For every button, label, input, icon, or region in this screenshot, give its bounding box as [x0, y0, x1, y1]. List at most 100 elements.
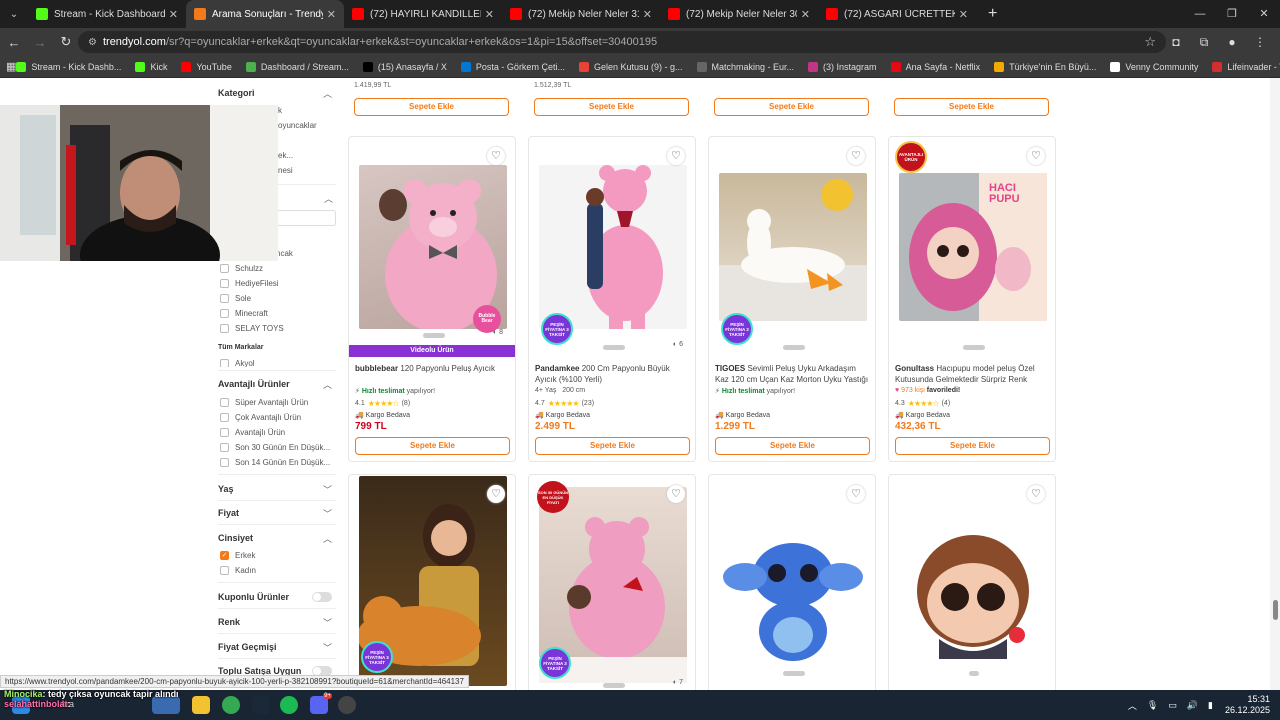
filter-kategori[interactable]: Kategori ︿: [218, 88, 332, 99]
product-name[interactable]: bubblebear 120 Papyonlu Peluş Ayıcık: [355, 363, 509, 374]
avantajli-item[interactable]: Çok Avantajlı Ürün: [220, 413, 301, 422]
gender-erkek[interactable]: ✓ Erkek: [220, 551, 255, 560]
menu-kebab-icon[interactable]: ⋮: [1246, 35, 1274, 49]
close-window-icon[interactable]: ✕: [1248, 0, 1280, 28]
image-pagination-dots[interactable]: [603, 683, 625, 688]
site-info-icon[interactable]: ⚙: [88, 37, 97, 48]
product-card[interactable]: SON 30 GÜNÜN EN DÜŞÜK FİYATI PEŞİN FİYAT…: [528, 474, 696, 690]
page-scrollbar[interactable]: [1270, 78, 1280, 690]
browser-tab[interactable]: (72) ASGARİ ÜCRETTEKİ 50 KU ✕: [818, 0, 976, 28]
gender-kadin[interactable]: Kadın: [220, 566, 256, 575]
chevron-up-icon[interactable]: ︿: [324, 192, 340, 205]
bookmark-item[interactable]: (15) Anasayfa / X: [362, 61, 447, 72]
close-tab-icon[interactable]: ✕: [327, 8, 336, 21]
microphone-icon[interactable]: 🎙: [1147, 700, 1158, 711]
forward-icon[interactable]: →: [28, 35, 52, 50]
add-to-cart-button[interactable]: Sepete Ekle: [714, 98, 869, 116]
favorite-heart-icon[interactable]: ♡: [847, 147, 865, 165]
bookmark-item[interactable]: Gelen Kutusu (9) - g...: [578, 61, 683, 72]
browser-tab[interactable]: Arama Sonuçları - Trendyol - Sa ✕: [186, 0, 344, 28]
filter-renk[interactable]: Renk ﹀: [218, 617, 332, 628]
add-to-cart-button[interactable]: Sepete Ekle: [715, 437, 870, 455]
product-name[interactable]: TIGOES Sevimli Peluş Uyku Arkadaşım Kaz …: [715, 363, 869, 385]
bookmark-item[interactable]: Matchmaking - Eur...: [696, 61, 794, 72]
extension-icon[interactable]: ◘: [1162, 35, 1190, 49]
kategori-item[interactable]: ek...: [278, 151, 293, 160]
filter-cinsiyet[interactable]: Cinsiyet ︿: [218, 533, 332, 544]
battery-icon[interactable]: ▮: [1208, 700, 1213, 711]
minimize-icon[interactable]: —: [1184, 0, 1216, 28]
avantajli-item[interactable]: Avantajlı Ürün: [220, 428, 285, 437]
chrome-icon[interactable]: [222, 696, 240, 714]
kuponlu-toggle[interactable]: [312, 592, 332, 602]
favorite-heart-icon[interactable]: ♡: [1027, 147, 1045, 165]
filter-fiyat[interactable]: Fiyat ﹀: [218, 508, 332, 519]
product-card[interactable]: PEŞİN FİYATINA 3 TAKSİT ♡: [348, 474, 516, 690]
all-brands-link[interactable]: Tüm Markalar: [218, 344, 264, 351]
add-to-cart-button[interactable]: Sepete Ekle: [534, 98, 689, 116]
product-card[interactable]: Bubble Bear ♡ ◐ 8 Videolu Ürün bubblebea…: [348, 136, 516, 462]
bookmark-item[interactable]: Dashboard / Stream...: [245, 61, 349, 72]
product-image[interactable]: [719, 503, 867, 667]
add-to-cart-button[interactable]: Sepete Ekle: [895, 437, 1050, 455]
product-card[interactable]: PEŞİN FİYATINA 3 TAKSİT ♡ TIGOES Sevimli…: [708, 136, 876, 462]
avantajli-item[interactable]: Süper Avantajlı Ürün: [220, 398, 308, 407]
favorite-heart-icon[interactable]: ♡: [487, 485, 505, 503]
close-tab-icon[interactable]: ✕: [643, 8, 652, 21]
file-explorer-icon[interactable]: [192, 696, 210, 714]
product-card[interactable]: HACI PUPU AVANTAJLI ÜRÜN ♡ Gonultass Hac…: [888, 136, 1056, 462]
favorite-heart-icon[interactable]: ♡: [847, 485, 865, 503]
bookmark-item[interactable]: Venny Community: [1110, 61, 1198, 72]
brand-item[interactable]: Schulzz: [220, 264, 263, 273]
product-card[interactable]: PEŞİN FİYATINA 3 TAKSİT ♡ ◐ 6 Pandamkee …: [528, 136, 696, 462]
close-tab-icon[interactable]: ✕: [485, 8, 494, 21]
brand-item[interactable]: Sole: [220, 294, 251, 303]
close-tab-icon[interactable]: ✕: [169, 8, 178, 21]
new-tab-button[interactable]: +: [976, 5, 997, 23]
add-to-cart-button[interactable]: Sepete Ekle: [354, 98, 509, 116]
browser-tab[interactable]: (72) Mekip Neler Neler 30.bölü ✕: [660, 0, 818, 28]
back-icon[interactable]: ←: [2, 35, 26, 50]
product-image[interactable]: HACI PUPU: [899, 173, 1047, 321]
filter-yas[interactable]: Yaş ﹀: [218, 484, 332, 495]
taskbar-clock[interactable]: 15:31 26.12.2025: [1225, 694, 1270, 716]
profile-avatar-icon[interactable]: ●: [1218, 35, 1246, 49]
bookmark-item[interactable]: YouTube: [181, 61, 232, 72]
image-pagination-dots[interactable]: [969, 671, 979, 676]
product-image[interactable]: [899, 503, 1047, 667]
avantajli-item[interactable]: Son 30 Günün En Düşük...: [220, 443, 330, 452]
avantajli-item[interactable]: Son 14 Günün En Düşük...: [220, 458, 330, 467]
close-tab-icon[interactable]: ✕: [959, 8, 968, 21]
image-pagination-dots[interactable]: [783, 671, 805, 676]
favorite-heart-icon[interactable]: ♡: [667, 485, 685, 503]
add-to-cart-button[interactable]: Sepete Ekle: [894, 98, 1049, 116]
volume-icon[interactable]: 🔊: [1187, 700, 1198, 711]
bookmark-item[interactable]: Ana Sayfa - Netflix: [890, 61, 980, 72]
product-card[interactable]: ♡: [888, 474, 1056, 690]
brand-item[interactable]: Minecraft: [220, 309, 268, 318]
product-image[interactable]: [539, 165, 687, 329]
product-card[interactable]: ♡: [708, 474, 876, 690]
brand-item[interactable]: HediyeFilesi: [220, 279, 279, 288]
brand-item[interactable]: ncak: [276, 249, 293, 258]
extensions-puzzle-icon[interactable]: ⧉: [1190, 35, 1218, 50]
filter-fiyat-gecmisi[interactable]: Fiyat Geçmişi ﹀: [218, 642, 332, 653]
discord-icon[interactable]: 9+: [310, 693, 332, 714]
image-pagination-dots[interactable]: [423, 333, 445, 338]
brand-item[interactable]: SELAY TOYS: [220, 324, 284, 333]
reload-icon[interactable]: ↻: [54, 34, 78, 50]
brand-item[interactable]: Akyol: [220, 359, 255, 367]
filter-avantajli[interactable]: Avantajlı Ürünler ︿: [218, 379, 332, 390]
favorite-heart-icon[interactable]: ♡: [1027, 485, 1045, 503]
chevron-up-icon[interactable]: ︿: [1128, 699, 1137, 712]
favorite-heart-icon[interactable]: ♡: [667, 147, 685, 165]
close-tab-icon[interactable]: ✕: [801, 8, 810, 21]
obs-icon[interactable]: [338, 696, 356, 714]
steam-icon[interactable]: [252, 696, 270, 714]
image-pagination-dots[interactable]: [603, 345, 625, 350]
spotify-icon[interactable]: [280, 696, 298, 714]
scrollbar-thumb[interactable]: [1273, 600, 1278, 620]
bookmark-item[interactable]: Posta - Görkem Çeti...: [460, 61, 565, 72]
add-to-cart-button[interactable]: Sepete Ekle: [355, 437, 510, 455]
product-name[interactable]: Gonultass Hacıpupu model peluş Özel Kutu…: [895, 363, 1049, 385]
